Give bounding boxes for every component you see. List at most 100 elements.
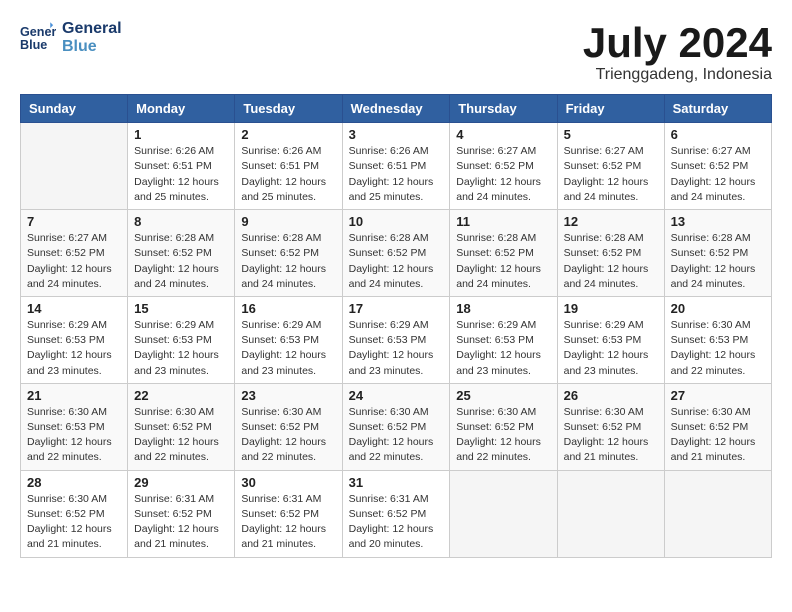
calendar-cell: 20 Sunrise: 6:30 AM Sunset: 6:53 PM Dayli…: [664, 296, 771, 383]
day-number: 11: [456, 214, 550, 229]
column-header-friday: Friday: [557, 95, 664, 123]
day-number: 28: [27, 475, 121, 490]
day-number: 19: [564, 301, 658, 316]
calendar-cell: 14 Sunrise: 6:29 AM Sunset: 6:53 PM Dayli…: [21, 296, 128, 383]
title-section: July 2024 Trienggadeng, Indonesia: [583, 20, 772, 84]
day-number: 6: [671, 127, 765, 142]
day-info: Sunrise: 6:27 AM Sunset: 6:52 PM Dayligh…: [456, 144, 550, 205]
column-header-monday: Monday: [128, 95, 235, 123]
calendar-cell: 21 Sunrise: 6:30 AM Sunset: 6:53 PM Dayli…: [21, 383, 128, 470]
day-info: Sunrise: 6:28 AM Sunset: 6:52 PM Dayligh…: [241, 231, 335, 292]
day-number: 14: [27, 301, 121, 316]
calendar-cell: 11 Sunrise: 6:28 AM Sunset: 6:52 PM Dayli…: [450, 210, 557, 297]
day-number: 15: [134, 301, 228, 316]
week-row-1: 1 Sunrise: 6:26 AM Sunset: 6:51 PM Daylig…: [21, 123, 772, 210]
logo-line2: Blue: [62, 38, 122, 56]
calendar-cell: 25 Sunrise: 6:30 AM Sunset: 6:52 PM Dayli…: [450, 383, 557, 470]
day-number: 22: [134, 388, 228, 403]
day-info: Sunrise: 6:28 AM Sunset: 6:52 PM Dayligh…: [349, 231, 444, 292]
day-info: Sunrise: 6:30 AM Sunset: 6:52 PM Dayligh…: [456, 405, 550, 466]
day-number: 24: [349, 388, 444, 403]
calendar-cell: 7Sunrise: 6:27 AM Sunset: 6:52 PM Daylig…: [21, 210, 128, 297]
calendar-cell: 15 Sunrise: 6:29 AM Sunset: 6:53 PM Dayli…: [128, 296, 235, 383]
calendar-cell: [21, 123, 128, 210]
day-number: 18: [456, 301, 550, 316]
svg-text:Blue: Blue: [20, 38, 47, 52]
day-number: 29: [134, 475, 228, 490]
day-number: 12: [564, 214, 658, 229]
calendar-cell: 24 Sunrise: 6:30 AM Sunset: 6:52 PM Dayli…: [342, 383, 450, 470]
calendar-table: SundayMondayTuesdayWednesdayThursdayFrid…: [20, 94, 772, 557]
day-info: Sunrise: 6:29 AM Sunset: 6:53 PM Dayligh…: [27, 318, 121, 379]
day-number: 5: [564, 127, 658, 142]
day-info: Sunrise: 6:30 AM Sunset: 6:52 PM Dayligh…: [671, 405, 765, 466]
day-info: Sunrise: 6:26 AM Sunset: 6:51 PM Dayligh…: [134, 144, 228, 205]
calendar-cell: 4 Sunrise: 6:27 AM Sunset: 6:52 PM Daylig…: [450, 123, 557, 210]
day-info: Sunrise: 6:26 AM Sunset: 6:51 PM Dayligh…: [349, 144, 444, 205]
logo-line1: General: [62, 20, 122, 38]
day-number: 27: [671, 388, 765, 403]
day-number: 26: [564, 388, 658, 403]
day-info: Sunrise: 6:29 AM Sunset: 6:53 PM Dayligh…: [456, 318, 550, 379]
location: Trienggadeng, Indonesia: [583, 66, 772, 84]
day-number: 23: [241, 388, 335, 403]
calendar-cell: [664, 470, 771, 557]
calendar-cell: 6 Sunrise: 6:27 AM Sunset: 6:52 PM Daylig…: [664, 123, 771, 210]
day-number: 20: [671, 301, 765, 316]
column-header-wednesday: Wednesday: [342, 95, 450, 123]
day-info: Sunrise: 6:30 AM Sunset: 6:52 PM Dayligh…: [349, 405, 444, 466]
day-info: Sunrise: 6:29 AM Sunset: 6:53 PM Dayligh…: [349, 318, 444, 379]
calendar-cell: 12 Sunrise: 6:28 AM Sunset: 6:52 PM Dayli…: [557, 210, 664, 297]
day-number: 31: [349, 475, 444, 490]
day-number: 10: [349, 214, 444, 229]
day-info: Sunrise: 6:28 AM Sunset: 6:52 PM Dayligh…: [456, 231, 550, 292]
calendar-cell: 3 Sunrise: 6:26 AM Sunset: 6:51 PM Daylig…: [342, 123, 450, 210]
calendar-cell: 16 Sunrise: 6:29 AM Sunset: 6:53 PM Dayli…: [235, 296, 342, 383]
day-info: Sunrise: 6:30 AM Sunset: 6:52 PM Dayligh…: [564, 405, 658, 466]
calendar-header-row: SundayMondayTuesdayWednesdayThursdayFrid…: [21, 95, 772, 123]
day-info: Sunrise: 6:30 AM Sunset: 6:53 PM Dayligh…: [27, 405, 121, 466]
column-header-sunday: Sunday: [21, 95, 128, 123]
day-info: Sunrise: 6:28 AM Sunset: 6:52 PM Dayligh…: [134, 231, 228, 292]
day-info: Sunrise: 6:29 AM Sunset: 6:53 PM Dayligh…: [134, 318, 228, 379]
day-number: 25: [456, 388, 550, 403]
calendar-cell: 10 Sunrise: 6:28 AM Sunset: 6:52 PM Dayli…: [342, 210, 450, 297]
week-row-5: 28 Sunrise: 6:30 AM Sunset: 6:52 PM Dayli…: [21, 470, 772, 557]
calendar-cell: 5 Sunrise: 6:27 AM Sunset: 6:52 PM Daylig…: [557, 123, 664, 210]
calendar-cell: 23 Sunrise: 6:30 AM Sunset: 6:52 PM Dayli…: [235, 383, 342, 470]
day-info: Sunrise: 6:28 AM Sunset: 6:52 PM Dayligh…: [564, 231, 658, 292]
calendar-cell: 18 Sunrise: 6:29 AM Sunset: 6:53 PM Dayli…: [450, 296, 557, 383]
day-info: Sunrise: 6:30 AM Sunset: 6:53 PM Dayligh…: [671, 318, 765, 379]
day-info: Sunrise: 6:27 AM Sunset: 6:52 PM Dayligh…: [671, 144, 765, 205]
calendar-cell: 17 Sunrise: 6:29 AM Sunset: 6:53 PM Dayli…: [342, 296, 450, 383]
day-info: Sunrise: 6:30 AM Sunset: 6:52 PM Dayligh…: [134, 405, 228, 466]
calendar-cell: 29Sunrise: 6:31 AM Sunset: 6:52 PM Dayli…: [128, 470, 235, 557]
day-number: 13: [671, 214, 765, 229]
day-info: Sunrise: 6:29 AM Sunset: 6:53 PM Dayligh…: [241, 318, 335, 379]
day-info: Sunrise: 6:27 AM Sunset: 6:52 PM Dayligh…: [27, 231, 121, 292]
calendar-cell: 2Sunrise: 6:26 AM Sunset: 6:51 PM Daylig…: [235, 123, 342, 210]
day-number: 1: [134, 127, 228, 142]
calendar-cell: 27 Sunrise: 6:30 AM Sunset: 6:52 PM Dayli…: [664, 383, 771, 470]
week-row-2: 7Sunrise: 6:27 AM Sunset: 6:52 PM Daylig…: [21, 210, 772, 297]
day-number: 9: [241, 214, 335, 229]
day-info: Sunrise: 6:27 AM Sunset: 6:52 PM Dayligh…: [564, 144, 658, 205]
day-number: 21: [27, 388, 121, 403]
calendar-cell: 1 Sunrise: 6:26 AM Sunset: 6:51 PM Daylig…: [128, 123, 235, 210]
day-info: Sunrise: 6:31 AM Sunset: 6:52 PM Dayligh…: [241, 492, 335, 553]
calendar-cell: 22 Sunrise: 6:30 AM Sunset: 6:52 PM Dayli…: [128, 383, 235, 470]
day-number: 17: [349, 301, 444, 316]
day-number: 2: [241, 127, 335, 142]
week-row-4: 21 Sunrise: 6:30 AM Sunset: 6:53 PM Dayli…: [21, 383, 772, 470]
day-info: Sunrise: 6:29 AM Sunset: 6:53 PM Dayligh…: [564, 318, 658, 379]
day-number: 30: [241, 475, 335, 490]
week-row-3: 14 Sunrise: 6:29 AM Sunset: 6:53 PM Dayli…: [21, 296, 772, 383]
calendar-cell: 19 Sunrise: 6:29 AM Sunset: 6:53 PM Dayli…: [557, 296, 664, 383]
day-number: 4: [456, 127, 550, 142]
day-info: Sunrise: 6:30 AM Sunset: 6:52 PM Dayligh…: [27, 492, 121, 553]
page-header: General Blue General Blue July 2024 Trie…: [20, 20, 772, 84]
day-info: Sunrise: 6:30 AM Sunset: 6:52 PM Dayligh…: [241, 405, 335, 466]
calendar-cell: 31Sunrise: 6:31 AM Sunset: 6:52 PM Dayli…: [342, 470, 450, 557]
day-number: 3: [349, 127, 444, 142]
day-number: 16: [241, 301, 335, 316]
